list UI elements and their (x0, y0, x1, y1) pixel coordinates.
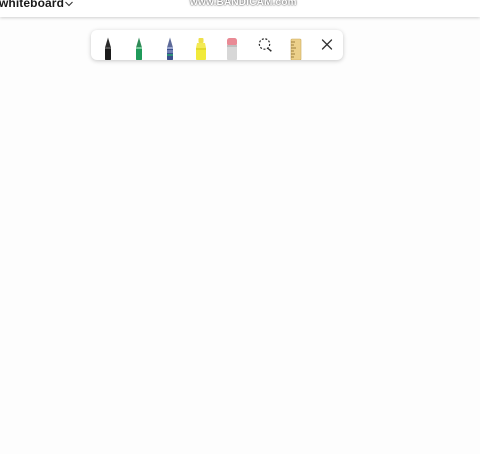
chevron-down-icon[interactable] (64, 0, 74, 7)
pen-green-button[interactable] (125, 30, 153, 60)
highlighter-icon (196, 38, 206, 60)
lasso-select-button[interactable] (251, 30, 279, 60)
pen-black-button[interactable] (94, 30, 122, 60)
eraser-button[interactable] (218, 30, 246, 60)
watermark: www.BANDICAM.com (190, 0, 297, 8)
ruler-icon (290, 38, 302, 60)
pen-icon (136, 37, 142, 60)
whiteboard-app: whiteboard www.BANDICAM.com (0, 0, 480, 454)
drawing-canvas[interactable] (0, 17, 480, 454)
close-toolbar-button[interactable] (313, 30, 341, 60)
eraser-icon (227, 38, 237, 60)
highlighter-yellow-button[interactable] (187, 30, 215, 60)
board-title[interactable]: whiteboard (0, 0, 64, 10)
pen-galaxy-button[interactable] (156, 30, 184, 60)
pen-icon (167, 37, 173, 60)
close-icon (321, 39, 333, 50)
lasso-icon (258, 38, 272, 52)
ruler-button[interactable] (282, 30, 310, 60)
ink-toolbar (91, 30, 343, 60)
title-bar: whiteboard www.BANDICAM.com (0, 0, 480, 17)
pen-icon (105, 37, 111, 60)
